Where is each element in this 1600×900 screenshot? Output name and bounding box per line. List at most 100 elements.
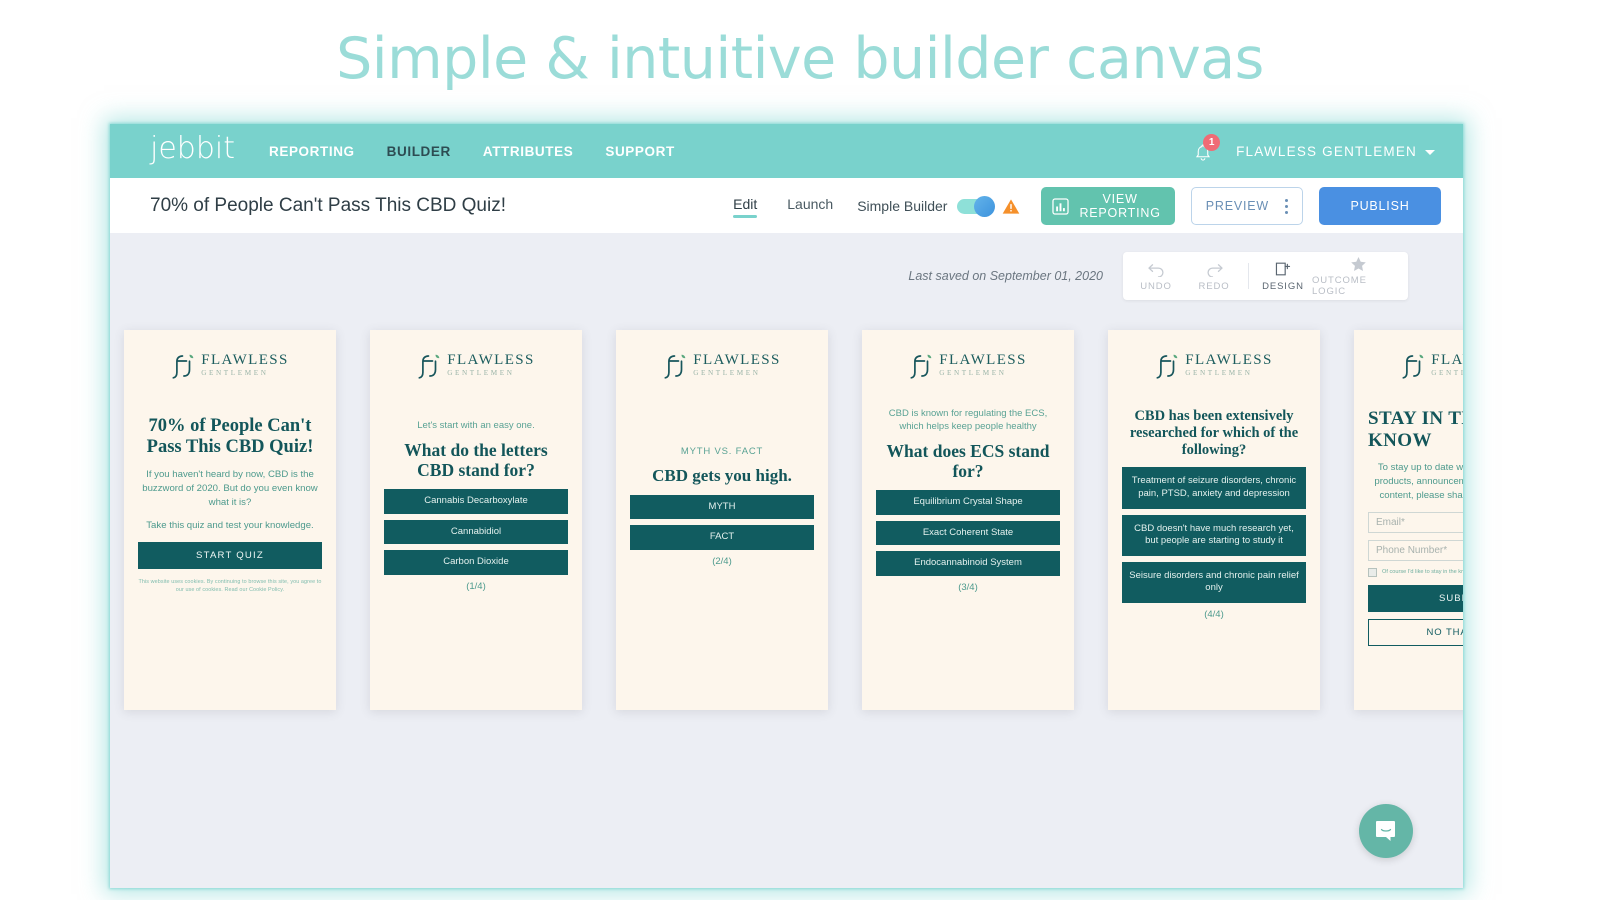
card-6-headline: STAY IN THE KNOW bbox=[1368, 408, 1463, 452]
undo-icon bbox=[1147, 261, 1166, 278]
intercom-chat-button[interactable] bbox=[1359, 804, 1413, 858]
experience-toolbar: 70% of People Can't Pass This CBD Quiz! … bbox=[110, 178, 1463, 234]
card-5-option-2[interactable]: CBD doesn't have much research yet, but … bbox=[1122, 514, 1306, 556]
undo-label: UNDO bbox=[1140, 280, 1172, 292]
optin-label: Of course I'd like to stay in the know! bbox=[1382, 569, 1463, 576]
brand-name-line1: FLAWLESS bbox=[1185, 351, 1273, 368]
brand-logo: FLAWLESS GENTLEMEN bbox=[878, 350, 1058, 380]
warning-icon[interactable] bbox=[1001, 197, 1021, 216]
card-screen-5[interactable]: FLAWLESS GENTLEMEN CBD has been extensiv… bbox=[1108, 330, 1320, 710]
brand-wordmark: FLAWLESS GENTLEMEN bbox=[447, 352, 535, 377]
email-field[interactable]: Email* bbox=[1368, 511, 1463, 533]
card-3-counter: (2/4) bbox=[712, 555, 732, 567]
brand-wordmark: FLAWLESS GENTLEMEN bbox=[201, 351, 289, 377]
nav-item-reporting[interactable]: REPORTING bbox=[269, 144, 355, 159]
more-options-icon[interactable] bbox=[1285, 198, 1288, 214]
preview-button[interactable]: PREVIEW bbox=[1190, 187, 1303, 225]
card-screen-4[interactable]: FLAWLESS GENTLEMEN CBD is known for regu… bbox=[862, 330, 1074, 710]
card-2-kicker: Let's start with an easy one. bbox=[417, 420, 535, 431]
edit-launch-tabs: Edit Launch bbox=[733, 196, 833, 218]
jebbit-logo[interactable]: jebbit bbox=[150, 133, 235, 169]
account-menu[interactable]: FLAWLESS GENTLEMEN bbox=[1236, 144, 1435, 159]
account-name: FLAWLESS GENTLEMEN bbox=[1236, 143, 1417, 159]
top-navigation-right: 1 FLAWLESS GENTLEMEN bbox=[1190, 124, 1435, 178]
card-6-submit-button[interactable]: SUBMIT bbox=[1368, 584, 1463, 612]
screen-cards: FLAWLESS GENTLEMEN 70% of People Can't P… bbox=[124, 330, 1463, 710]
top-navigation-bar: jebbit REPORTING BUILDER ATTRIBUTES SUPP… bbox=[110, 124, 1463, 178]
card-1-headline: 70% of People Can't Pass This CBD Quiz! bbox=[146, 416, 314, 458]
nav-item-attributes[interactable]: ATTRIBUTES bbox=[483, 144, 574, 159]
builder-canvas: Last saved on September 01, 2020 UNDO RE… bbox=[110, 234, 1463, 888]
card-2-option-3[interactable]: Carbon Dioxide bbox=[384, 550, 568, 575]
card-1-subcopy-1: If you haven't heard by now, CBD is the … bbox=[142, 468, 318, 508]
card-1-body: 70% of People Can't Pass This CBD Quiz! … bbox=[138, 416, 322, 594]
brand-logo: FLAWLESS GENTLEMEN bbox=[386, 350, 566, 380]
redo-button[interactable]: REDO bbox=[1185, 256, 1243, 297]
card-5-headline: CBD has been extensively researched for … bbox=[1129, 408, 1299, 458]
card-5-counter: (4/4) bbox=[1204, 608, 1224, 620]
card-2-body: Let's start with an easy one. What do th… bbox=[384, 420, 568, 592]
card-screen-6[interactable]: FLAWLESS GENTLEMEN STAY IN THE KNOW To s… bbox=[1354, 330, 1463, 710]
card-2-option-2[interactable]: Cannabidiol bbox=[384, 519, 568, 545]
card-screen-2[interactable]: FLAWLESS GENTLEMEN Let's start with an e… bbox=[370, 330, 582, 710]
brand-name-line1: FLAWLESS bbox=[201, 351, 289, 368]
simple-builder-toggle-group: Simple Builder bbox=[857, 195, 1021, 217]
card-6-no-thanks-button[interactable]: NO THANKS. bbox=[1368, 618, 1463, 646]
toggle-knob bbox=[974, 195, 996, 217]
card-5-body: CBD has been extensively researched for … bbox=[1122, 408, 1306, 620]
publish-button[interactable]: PUBLISH bbox=[1319, 187, 1441, 225]
fg-monogram-icon bbox=[418, 354, 440, 379]
nav-item-builder[interactable]: BUILDER bbox=[387, 144, 451, 159]
notification-badge: 1 bbox=[1203, 134, 1221, 151]
tab-launch[interactable]: Launch bbox=[787, 196, 833, 217]
fg-monogram-icon bbox=[910, 354, 932, 379]
card-5-option-1[interactable]: Treatment of seizure disorders, chronic … bbox=[1122, 467, 1306, 509]
card-screen-3[interactable]: FLAWLESS GENTLEMEN MYTH VS. FACT CBD get… bbox=[616, 330, 828, 710]
card-1-subcopy-2: Take this quiz and test your knowledge. bbox=[146, 519, 314, 531]
fg-monogram-icon bbox=[1156, 354, 1178, 379]
brand-wordmark: FLAWLESS GENTLEMEN bbox=[1185, 351, 1273, 377]
fg-monogram-icon bbox=[1402, 354, 1424, 379]
app-window: jebbit REPORTING BUILDER ATTRIBUTES SUPP… bbox=[110, 124, 1463, 888]
brand-name-line2: GENTLEMEN bbox=[1185, 368, 1253, 377]
optin-checkbox[interactable] bbox=[1368, 567, 1377, 577]
brand-wordmark: FLAWLESS GENTLEMEN bbox=[1431, 351, 1463, 377]
card-4-option-1[interactable]: Equilibrium Crystal Shape bbox=[876, 490, 1060, 515]
phone-field[interactable]: Phone Number* bbox=[1368, 539, 1463, 561]
brand-name-line1: FLAWLESS bbox=[1431, 351, 1463, 368]
last-saved-label: Last saved on September 01, 2020 bbox=[908, 269, 1103, 283]
card-3-headline: CBD gets you high. bbox=[652, 465, 792, 485]
brand-logo: FLAWLESS GENTLEMEN bbox=[632, 350, 812, 380]
card-2-option-1[interactable]: Cannabis Decarboxylate bbox=[384, 489, 568, 514]
card-4-option-3[interactable]: Endocannabinoid System bbox=[876, 551, 1060, 576]
design-button[interactable]: DESIGN bbox=[1254, 256, 1312, 297]
outcome-logic-label: OUTCOME LOGIC bbox=[1312, 275, 1367, 297]
optin-checkbox-row[interactable]: Of course I'd like to stay in the know! bbox=[1368, 567, 1463, 577]
tab-edit[interactable]: Edit bbox=[733, 196, 758, 218]
redo-label: REDO bbox=[1198, 280, 1230, 292]
card-6-body: STAY IN THE KNOW To stay up to date with… bbox=[1368, 408, 1463, 646]
canvas-status-row: Last saved on September 01, 2020 UNDO RE… bbox=[908, 252, 1408, 300]
notifications-button[interactable]: 1 bbox=[1190, 134, 1221, 166]
card-3-option-1[interactable]: MYTH bbox=[630, 494, 814, 520]
design-label: DESIGN bbox=[1262, 280, 1304, 292]
view-reporting-button[interactable]: VIEW REPORTING bbox=[1041, 187, 1175, 225]
brand-logo: FLAWLESS GENTLEMEN bbox=[140, 350, 320, 380]
card-4-option-2[interactable]: Exact Coherent State bbox=[876, 520, 1060, 546]
view-reporting-line2: REPORTING bbox=[1079, 206, 1161, 220]
card-3-option-2[interactable]: FACT bbox=[630, 525, 814, 550]
card-1-start-quiz-button[interactable]: START QUIZ bbox=[138, 541, 322, 569]
outcome-logic-button[interactable]: OUTCOME LOGIC bbox=[1312, 250, 1404, 302]
undo-button[interactable]: UNDO bbox=[1127, 256, 1185, 297]
nav-item-support[interactable]: SUPPORT bbox=[605, 144, 674, 159]
brand-name-line1: FLAWLESS bbox=[939, 351, 1027, 368]
brand-logo: FLAWLESS GENTLEMEN bbox=[1124, 350, 1304, 380]
page-title: Simple & intuitive builder canvas bbox=[336, 26, 1264, 92]
card-4-headline: What does ECS stand for? bbox=[886, 440, 1050, 481]
card-screen-1[interactable]: FLAWLESS GENTLEMEN 70% of People Can't P… bbox=[124, 330, 336, 710]
brand-name-line2: GENTLEMEN bbox=[447, 368, 515, 377]
view-reporting-line1: VIEW bbox=[1102, 191, 1138, 206]
tools-divider bbox=[1248, 263, 1249, 289]
simple-builder-toggle[interactable] bbox=[957, 195, 996, 217]
card-5-option-3[interactable]: Seisure disorders and chronic pain relie… bbox=[1122, 561, 1306, 603]
